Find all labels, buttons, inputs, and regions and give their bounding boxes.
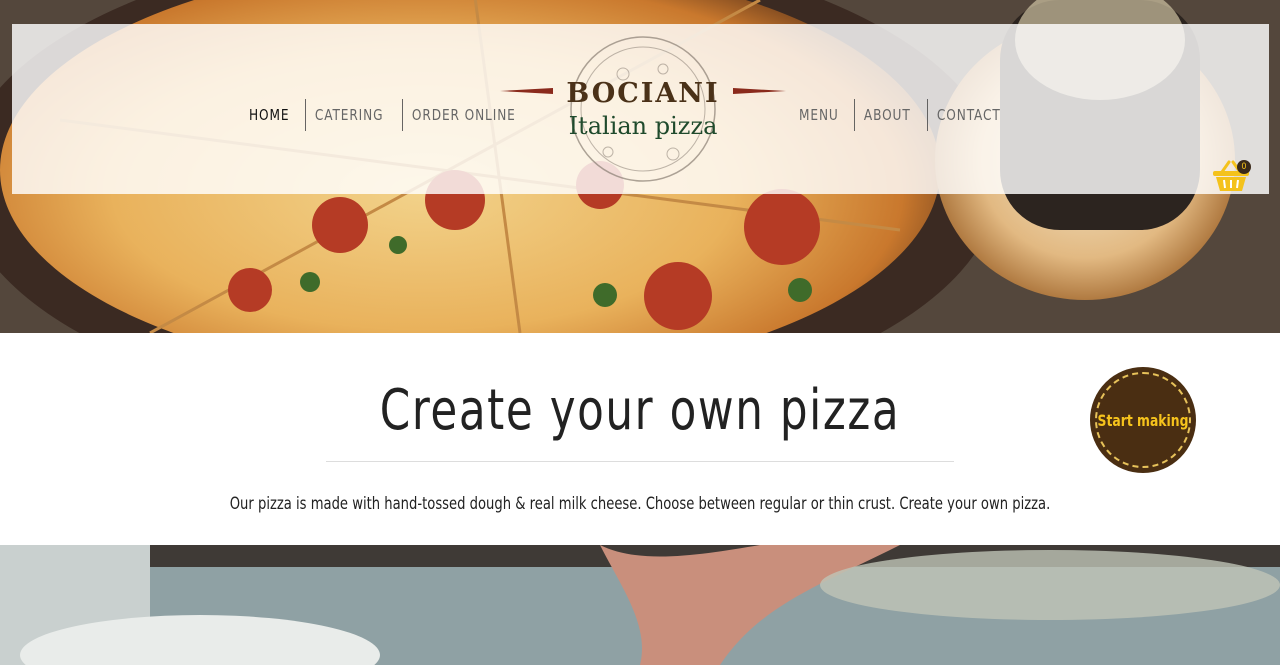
nav-catering[interactable]: CATERING — [304, 99, 392, 131]
primary-nav-left: HOME CATERING ORDER ONLINE — [240, 99, 539, 131]
primary-nav-right: MENU ABOUT CONTACT — [790, 99, 1019, 131]
start-making-label: Start making — [1097, 411, 1189, 430]
bottom-photo-banner — [0, 545, 1280, 665]
nav-about[interactable]: ABOUT — [854, 99, 920, 131]
hero-banner: HOME CATERING ORDER ONLINE BOCIANI Itali… — [0, 0, 1280, 333]
nav-home[interactable]: HOME — [240, 99, 298, 131]
section-description: Our pizza is made with hand-tossed dough… — [229, 494, 1051, 514]
create-pizza-section: Create your own pizza Our pizza is made … — [0, 333, 1280, 545]
logo-brand-name: BOCIANI — [566, 78, 720, 109]
nav-menu[interactable]: MENU — [790, 99, 848, 131]
cart-count-badge: 0 — [1237, 160, 1251, 174]
cart-button[interactable]: 0 — [1212, 160, 1252, 194]
site-logo[interactable]: BOCIANI Italian pizza — [498, 34, 788, 184]
logo-subtitle: Italian pizza — [568, 112, 718, 140]
start-making-button[interactable]: Start making — [1090, 367, 1196, 473]
nav-contact[interactable]: CONTACT — [927, 99, 1010, 131]
logo-emblem — [500, 36, 786, 182]
section-title: Create your own pizza — [379, 378, 901, 443]
dough-preparation-photo — [0, 545, 1280, 665]
title-divider — [326, 461, 954, 462]
